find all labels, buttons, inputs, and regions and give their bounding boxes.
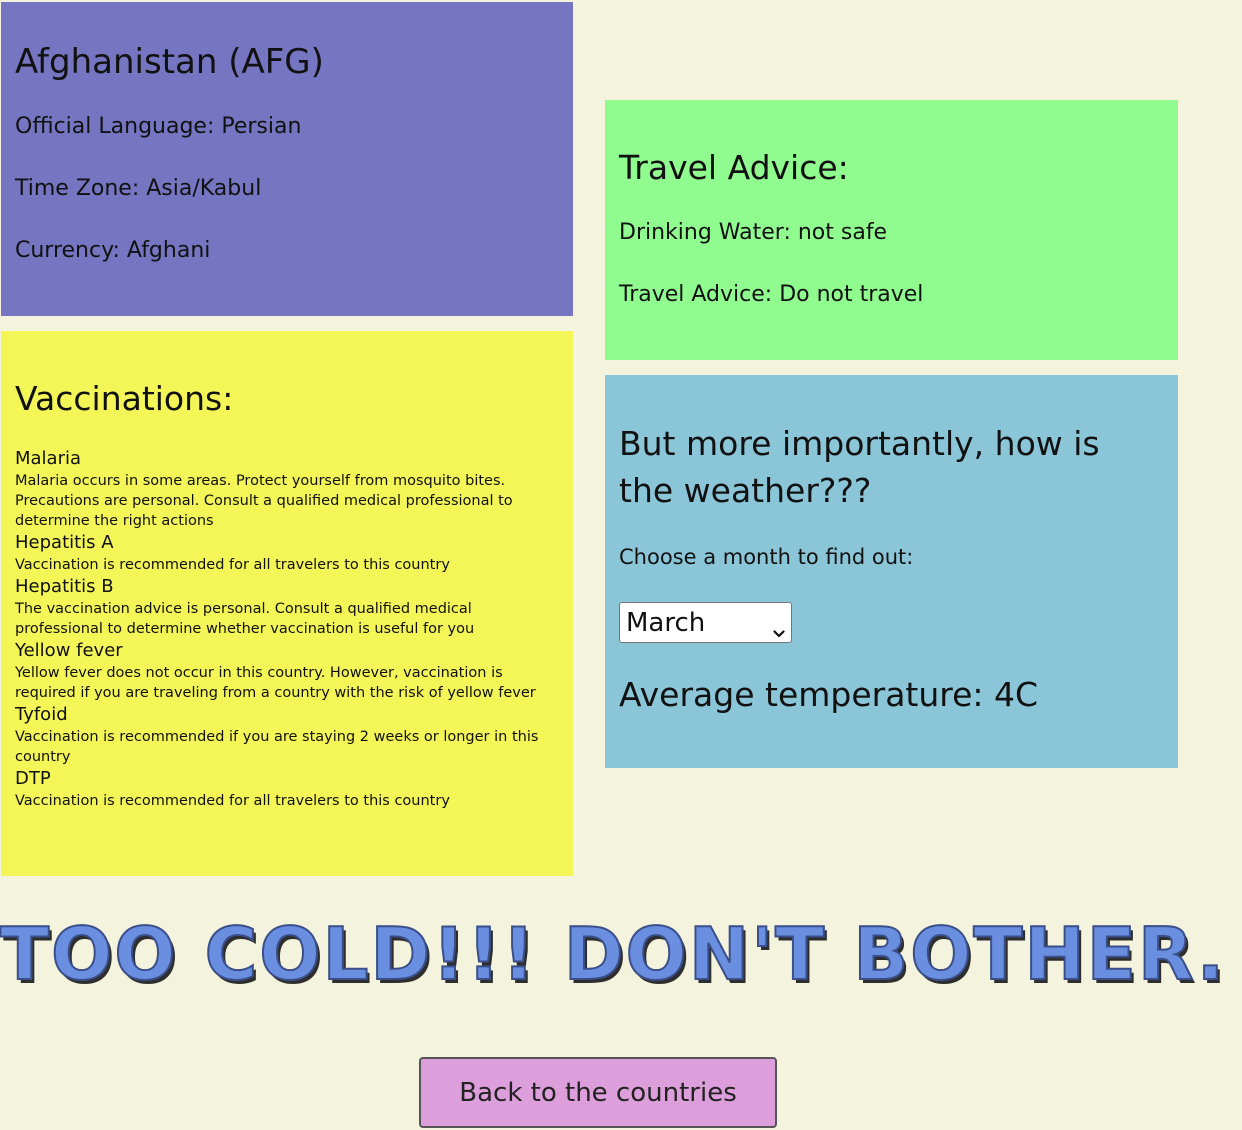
chevron-down-icon	[773, 617, 785, 637]
month-select[interactable]: March	[619, 602, 792, 643]
weather-panel: But more importantly, how is the weather…	[605, 375, 1178, 768]
vaccination-description: Vaccination is recommended for all trave…	[15, 793, 450, 809]
vaccination-name: Tyfoid	[15, 704, 68, 725]
back-to-countries-button[interactable]: Back to the countries	[419, 1057, 777, 1128]
vaccination-description: Malaria occurs in some areas. Protect yo…	[15, 473, 513, 529]
month-prompt: Choose a month to find out:	[619, 545, 914, 569]
weather-heading: But more importantly, how is the weather…	[619, 424, 1100, 510]
vaccination-item: Yellow fever Yellow fever does not occur…	[15, 639, 559, 703]
vaccination-item: Hepatitis B The vaccination advice is pe…	[15, 575, 559, 639]
weather-verdict-banner: TOO COLD!!! DON'T BOTHER.	[0, 911, 1227, 997]
vaccination-description: Yellow fever does not occur in this coun…	[15, 665, 536, 701]
drinking-water: Drinking Water: not safe	[619, 220, 888, 245]
vaccination-item: Tyfoid Vaccination is recommended if you…	[15, 703, 559, 767]
vaccination-name: Yellow fever	[15, 640, 123, 661]
vaccination-item: Hepatitis A Vaccination is recommended f…	[15, 531, 559, 575]
currency: Currency: Afghani	[15, 238, 211, 263]
vaccination-name: Hepatitis B	[15, 576, 114, 597]
vaccinations-heading: Vaccinations:	[15, 379, 234, 418]
vaccination-description: Vaccination is recommended if you are st…	[15, 729, 539, 765]
country-info-panel: Afghanistan (AFG) Official Language: Per…	[1, 2, 573, 316]
month-select-value: March	[626, 607, 706, 638]
travel-advice-panel: Travel Advice: Drinking Water: not safe …	[605, 100, 1178, 360]
vaccination-description: The vaccination advice is personal. Cons…	[15, 601, 475, 637]
vaccinations-panel: Vaccinations: Malaria Malaria occurs in …	[1, 331, 573, 876]
vaccination-name: Hepatitis A	[15, 532, 114, 553]
vaccination-item: DTP Vaccination is recommended for all t…	[15, 767, 559, 811]
travel-advice-text: Travel Advice: Do not travel	[619, 282, 924, 307]
vaccination-description: Vaccination is recommended for all trave…	[15, 557, 450, 573]
vaccination-name: DTP	[15, 768, 51, 789]
average-temperature: Average temperature: 4C	[619, 675, 1039, 714]
country-title: Afghanistan (AFG)	[15, 42, 324, 82]
travel-advice-heading: Travel Advice:	[619, 148, 849, 187]
official-language: Official Language: Persian	[15, 114, 302, 139]
time-zone: Time Zone: Asia/Kabul	[15, 176, 262, 201]
vaccination-item: Malaria Malaria occurs in some areas. Pr…	[15, 447, 559, 531]
vaccination-name: Malaria	[15, 448, 82, 469]
